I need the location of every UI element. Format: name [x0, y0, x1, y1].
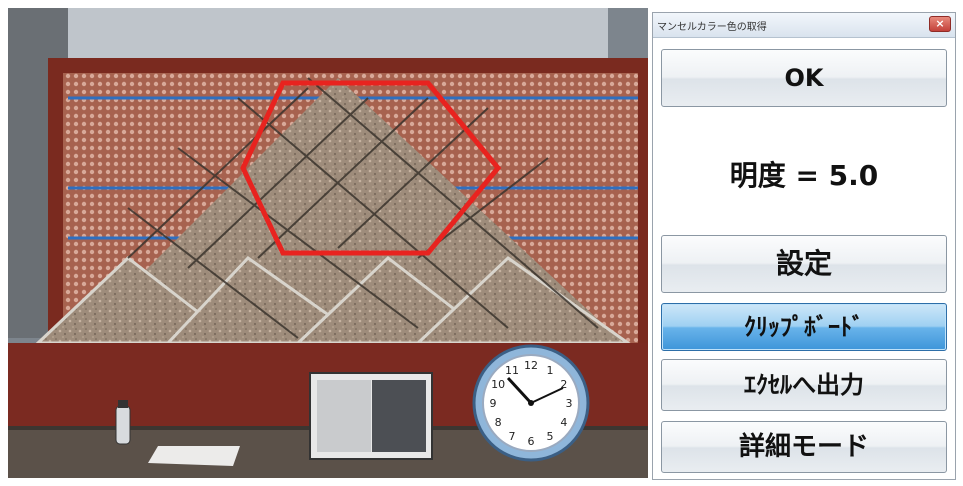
export-excel-button[interactable]: ｴｸｾﾙへ出力: [661, 359, 947, 411]
camera-photo[interactable]: 12 1 2 3 4 5 6 7 8 9 10 11: [8, 8, 648, 478]
title-bar[interactable]: マンセルカラー色の取得 ×: [653, 13, 955, 38]
close-button[interactable]: ×: [929, 16, 951, 32]
clock-numeral: 3: [566, 397, 573, 410]
clock-numeral: 4: [560, 416, 567, 429]
clock-numeral: 8: [495, 416, 502, 429]
clock-numeral: 10: [491, 378, 505, 391]
clock-numeral: 1: [547, 364, 554, 377]
clock-numeral: 7: [509, 430, 516, 443]
munsell-dialog: マンセルカラー色の取得 × OK 明度 = 5.0 設定 ｸﾘｯﾌﾟﾎﾞｰﾄﾞ …: [652, 12, 956, 480]
clock-numeral: 5: [547, 430, 554, 443]
clipboard-button-label: ｸﾘｯﾌﾟﾎﾞｰﾄﾞ: [744, 313, 864, 341]
clock-numeral: 9: [490, 397, 497, 410]
settings-button-label: 設定: [775, 247, 832, 280]
clock-numeral: 11: [505, 364, 519, 377]
window-title: マンセルカラー色の取得: [657, 22, 767, 33]
ok-button[interactable]: OK: [661, 49, 947, 107]
clock-numeral: 12: [524, 359, 538, 372]
clock-numeral: 6: [528, 435, 535, 448]
detail-mode-button-label: 詳細モード: [738, 432, 869, 462]
detail-mode-button[interactable]: 詳細モード: [661, 421, 947, 473]
export-excel-button-label: ｴｸｾﾙへ出力: [744, 371, 864, 399]
clipboard-button[interactable]: ｸﾘｯﾌﾟﾎﾞｰﾄﾞ: [661, 303, 947, 351]
settings-button[interactable]: 設定: [661, 235, 947, 293]
brightness-readout: 明度 = 5.0: [729, 159, 879, 192]
ok-button-label: OK: [784, 64, 824, 92]
